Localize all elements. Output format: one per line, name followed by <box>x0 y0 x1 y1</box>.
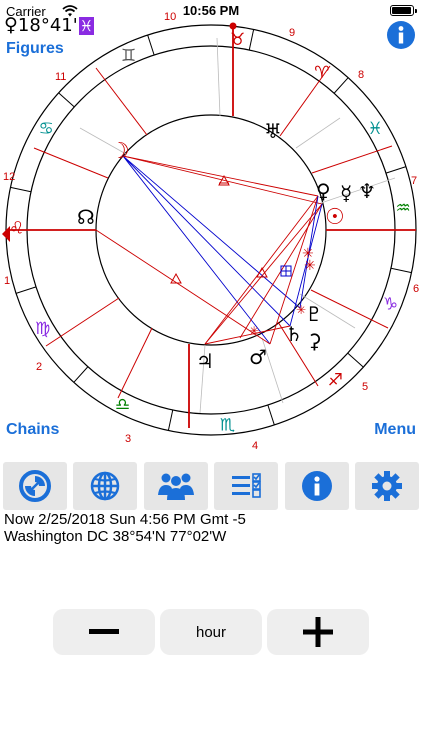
house-number-1: 1 <box>4 275 10 287</box>
svg-text:✳: ✳ <box>304 258 316 274</box>
checklist-button[interactable] <box>214 462 279 510</box>
moon-glyph[interactable]: ☽ <box>110 139 130 164</box>
house-number-4: 4 <box>252 440 258 452</box>
sign-glyph: ♐ <box>328 371 343 391</box>
sign-glyph: ♍ <box>35 319 50 339</box>
juno-glyph[interactable]: ⚳ <box>307 329 322 353</box>
settings-button[interactable] <box>354 462 419 510</box>
plus-button[interactable] <box>267 609 369 655</box>
saturn-glyph[interactable]: ♄ <box>285 322 303 346</box>
time-unit-label: hour <box>195 623 227 641</box>
house-number-12: 12 <box>3 171 15 183</box>
sign-glyph: ♒ <box>396 198 411 218</box>
house-number-2: 2 <box>36 361 42 373</box>
minus-button[interactable] <box>53 609 155 655</box>
plus-icon <box>303 617 333 647</box>
sign-glyph: ♑ <box>383 295 398 315</box>
node-glyph[interactable]: ☊ <box>77 205 95 229</box>
house-number-10: 10 <box>164 11 176 23</box>
house-number-9: 9 <box>289 27 295 39</box>
sign-glyph: ♏ <box>220 415 235 435</box>
venus-chart-glyph[interactable]: ♀ <box>316 179 331 203</box>
mars-glyph[interactable]: ♂ <box>249 345 267 369</box>
location-text: Washington DC 38°54'N 77°02'W <box>4 528 227 545</box>
astrology-wheel[interactable]: ✳ ✳ ✳ ✳ 1 2 3 4 5 6 7 8 9 10 11 12 ♈♉♊♋♌… <box>0 8 422 453</box>
globe-icon <box>91 471 120 501</box>
compass-icon <box>19 470 51 502</box>
sign-glyph: ♌ <box>9 219 24 239</box>
jupiter-glyph[interactable]: ♃ <box>196 349 214 373</box>
neptune-glyph[interactable]: ♆ <box>358 179 376 203</box>
minus-icon <box>89 629 119 634</box>
people-button[interactable] <box>143 462 208 510</box>
chains-link[interactable]: Chains <box>6 421 59 439</box>
sign-glyph: ♋ <box>38 119 53 139</box>
house-number-3: 3 <box>125 433 131 445</box>
toolbar <box>3 462 419 510</box>
sign-glyph: ♉ <box>230 30 245 50</box>
compass-button[interactable] <box>3 462 67 510</box>
globe-button[interactable] <box>73 462 138 510</box>
checklist-icon <box>232 473 261 498</box>
sun-glyph[interactable]: ☉ <box>325 205 345 230</box>
svg-text:✳: ✳ <box>249 324 259 338</box>
pluto-glyph[interactable]: ♇ <box>305 302 323 326</box>
house-number-11: 11 <box>55 71 66 83</box>
datetime-text: Now 2/25/2018 Sun 4:56 PM Gmt -5 <box>4 511 246 528</box>
house-number-8: 8 <box>358 69 364 81</box>
house-number-5: 5 <box>362 381 368 393</box>
mercury-glyph[interactable]: ☿ <box>340 181 352 205</box>
sign-glyph: ♎ <box>115 395 130 415</box>
people-icon <box>157 473 194 500</box>
uranus-glyph[interactable]: ♅ <box>264 119 282 143</box>
gear-icon <box>371 471 402 501</box>
sign-glyph: ♓ <box>368 119 383 139</box>
house-number-6: 6 <box>413 283 419 295</box>
sign-glyph: ♊ <box>121 46 136 66</box>
house-number-7: 7 <box>411 175 417 187</box>
sign-glyph: ♈ <box>314 63 329 83</box>
midheaven-marker <box>229 22 237 30</box>
time-unit-button[interactable]: hour <box>160 609 262 655</box>
menu-link[interactable]: Menu <box>374 421 416 439</box>
info-toolbar-button[interactable] <box>284 462 349 510</box>
info-icon <box>301 471 332 501</box>
